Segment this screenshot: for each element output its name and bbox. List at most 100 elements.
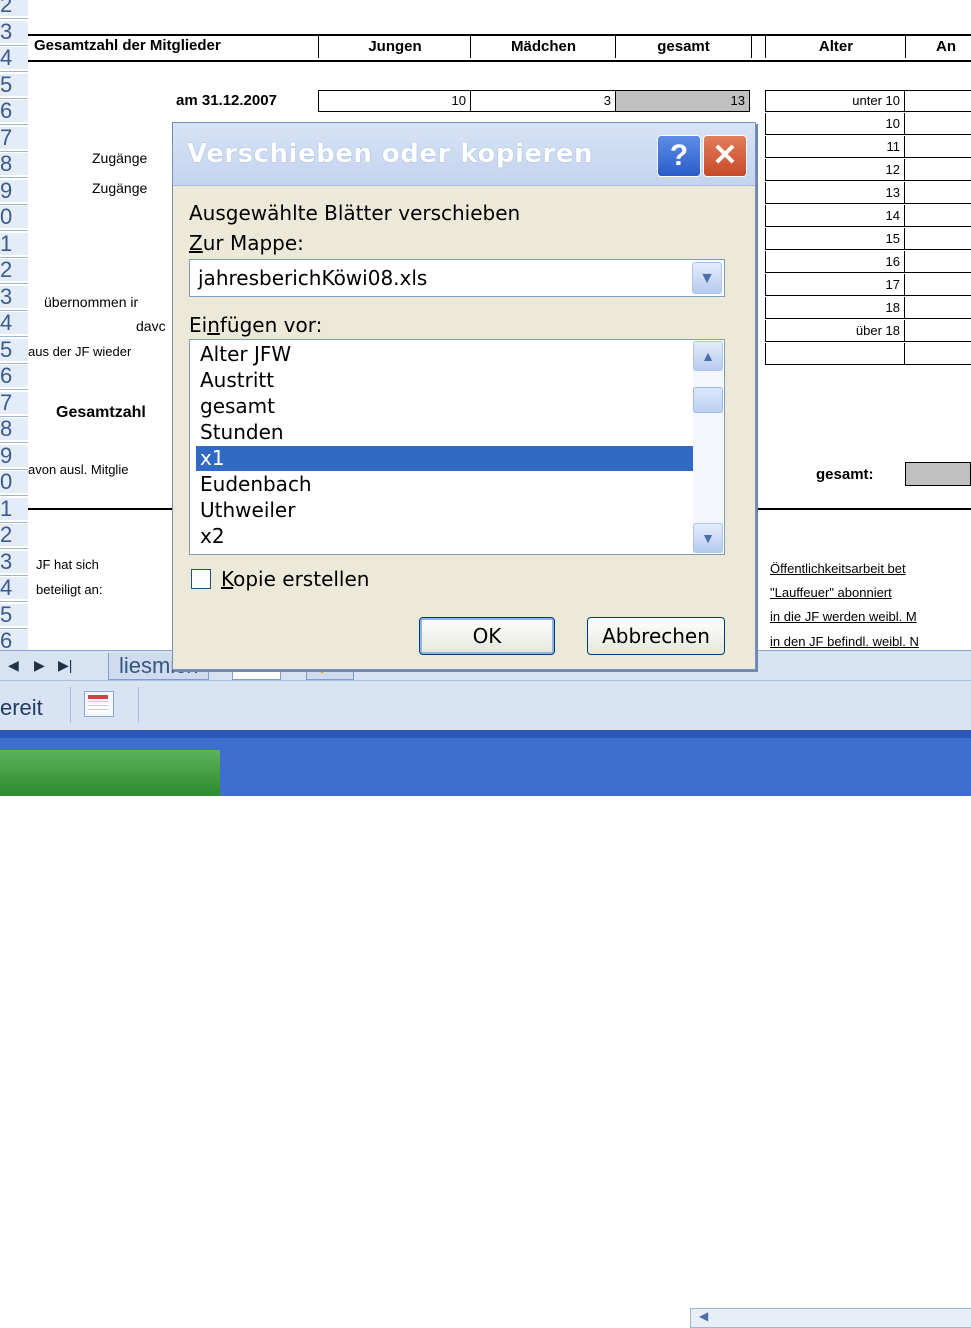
- sheet-list-item[interactable]: x2: [196, 524, 694, 549]
- ok-button[interactable]: OK: [419, 617, 555, 655]
- row-separator: [0, 203, 28, 205]
- copy-accel: K: [221, 567, 234, 591]
- label-ausl-mitglieder: avon ausl. Mitglie: [28, 462, 129, 477]
- row-number[interactable]: 5: [0, 603, 28, 626]
- start-button[interactable]: [0, 750, 220, 796]
- sheet-listbox[interactable]: Alter JFW Austritt gesamt Stunden x1 Eudenbac…: [189, 339, 725, 555]
- boys-value-cell[interactable]: 10: [318, 90, 471, 112]
- row-number[interactable]: 9: [0, 179, 28, 202]
- chevron-down-icon[interactable]: ▼: [692, 262, 722, 294]
- age-cell[interactable]: 12: [765, 159, 905, 181]
- row-number[interactable]: 0: [0, 471, 28, 493]
- age-cell[interactable]: [765, 343, 905, 365]
- age-count-cell[interactable]: [905, 136, 971, 158]
- macro-record-icon[interactable]: [84, 691, 114, 717]
- age-cell[interactable]: über 18: [765, 320, 905, 342]
- row-number[interactable]: 2: [0, 0, 28, 16]
- sheet-list-item[interactable]: Eudenbach: [196, 472, 694, 497]
- row-number[interactable]: 5: [0, 73, 28, 96]
- row-number[interactable]: 1: [0, 497, 28, 520]
- age-count-cell[interactable]: [905, 113, 971, 135]
- row-number[interactable]: 8: [0, 153, 28, 175]
- age-count-cell[interactable]: [905, 228, 971, 250]
- sheet-list-item[interactable]: Alter JFW: [196, 342, 694, 367]
- age-cell[interactable]: unter 10: [765, 90, 905, 112]
- age-count-cell[interactable]: [905, 205, 971, 227]
- header-bottom-border: [28, 60, 971, 62]
- age-cell[interactable]: 17: [765, 274, 905, 296]
- row-number[interactable]: 0: [0, 206, 28, 228]
- row-number[interactable]: 3: [0, 20, 28, 43]
- copy-label[interactable]: Kopie erstellen: [221, 567, 369, 591]
- row-number[interactable]: 8: [0, 418, 28, 440]
- age-cell[interactable]: 18: [765, 297, 905, 319]
- row-separator: [0, 336, 28, 337]
- link-lauffeuer: "Lauffeuer" abonniert: [770, 585, 892, 600]
- row-number[interactable]: 2: [0, 524, 28, 546]
- age-cell[interactable]: 13: [765, 182, 905, 204]
- row-number[interactable]: 6: [0, 100, 28, 122]
- age-cell[interactable]: 16: [765, 251, 905, 273]
- scroll-down-icon[interactable]: ▼: [693, 523, 723, 553]
- row-separator: [0, 548, 28, 549]
- total-value-cell[interactable]: 13: [615, 90, 750, 112]
- age-cell[interactable]: 15: [765, 228, 905, 250]
- close-button[interactable]: ✕: [703, 135, 747, 177]
- scroll-thumb[interactable]: [693, 387, 723, 413]
- row-number[interactable]: 6: [0, 630, 28, 652]
- age-count-cell[interactable]: [905, 297, 971, 319]
- age-count-cell[interactable]: [905, 343, 971, 365]
- copy-checkbox[interactable]: [191, 569, 211, 589]
- row-number[interactable]: 1: [0, 232, 28, 255]
- row-number[interactable]: 4: [0, 47, 28, 69]
- row-number[interactable]: 7: [0, 126, 28, 149]
- sheet-list-item[interactable]: Uthweiler: [196, 498, 694, 523]
- row-number[interactable]: 3: [0, 550, 28, 573]
- row-separator: [0, 574, 28, 576]
- age-cell[interactable]: 11: [765, 136, 905, 158]
- scroll-left-icon[interactable]: ◀: [699, 1309, 708, 1323]
- sheet-list-item[interactable]: gesamt: [196, 394, 694, 419]
- header-total: gesamt: [615, 36, 752, 58]
- help-button[interactable]: ?: [657, 135, 701, 177]
- dialog-titlebar[interactable]: Verschieben oder kopieren ? ✕: [173, 123, 755, 186]
- row-number[interactable]: 3: [0, 285, 28, 308]
- age-count-cell[interactable]: [905, 159, 971, 181]
- link-weibl-1: in die JF werden weibl. M: [770, 609, 917, 624]
- row-number[interactable]: 4: [0, 312, 28, 334]
- horizontal-scrollbar[interactable]: ◀: [690, 1308, 971, 1328]
- cancel-button[interactable]: Abbrechen: [587, 617, 725, 655]
- age-cell[interactable]: 14: [765, 205, 905, 227]
- age-cell[interactable]: 10: [765, 113, 905, 135]
- sheet-list-item[interactable]: Stunden: [196, 420, 694, 445]
- sheet-list-item[interactable]: x1: [196, 446, 694, 471]
- insert-before-pre: Ei: [189, 313, 208, 337]
- row-number[interactable]: 9: [0, 444, 28, 467]
- age-count-cell[interactable]: [905, 320, 971, 342]
- row-number[interactable]: 2: [0, 259, 28, 281]
- sheet-list-item[interactable]: Austritt: [196, 368, 694, 393]
- row-number[interactable]: 5: [0, 338, 28, 361]
- workbook-select[interactable]: jahresberichKöwi08.xls ▼: [189, 259, 725, 297]
- row-number[interactable]: 6: [0, 365, 28, 387]
- row-separator: [0, 309, 28, 311]
- age-count-cell[interactable]: [905, 90, 971, 112]
- age-count-cell[interactable]: [905, 251, 971, 273]
- listbox-scrollbar[interactable]: ▲ ▼: [693, 341, 723, 553]
- age-count-cell[interactable]: [905, 182, 971, 204]
- header-girls: Mädchen: [470, 36, 616, 58]
- prev-sheet-icon[interactable]: ▶: [34, 657, 45, 674]
- age-count-cell[interactable]: [905, 274, 971, 296]
- row-separator: [0, 177, 28, 178]
- next-sheet-icon[interactable]: ▶|: [58, 657, 72, 674]
- first-sheet-icon[interactable]: ◀: [8, 657, 19, 674]
- age-total-cell[interactable]: [905, 462, 971, 486]
- to-book-text: ur Mappe:: [202, 231, 304, 255]
- row-number[interactable]: 4: [0, 577, 28, 599]
- header-count: An: [905, 36, 971, 58]
- scroll-up-icon[interactable]: ▲: [693, 341, 723, 371]
- girls-value-cell[interactable]: 3: [470, 90, 616, 112]
- row-number[interactable]: 7: [0, 391, 28, 414]
- row-separator: [0, 362, 28, 364]
- row-separator: [0, 150, 28, 152]
